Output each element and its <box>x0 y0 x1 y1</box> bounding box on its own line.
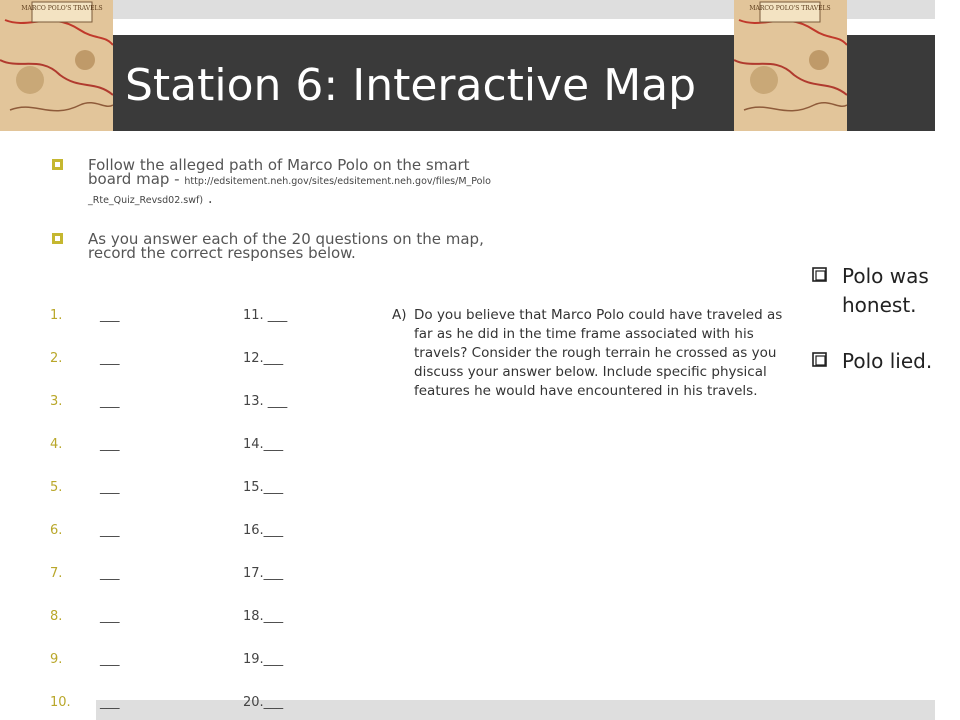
answer-number: 4. <box>50 437 63 452</box>
answer-number: 7. <box>50 566 63 581</box>
answer-right: 13. ___ <box>243 394 288 409</box>
instruction-bullets: Follow the alleged path of Marco Polo on… <box>52 158 492 262</box>
poll-option-label: Polo was honest. <box>842 264 929 317</box>
answer-number: 2. <box>50 351 63 366</box>
answer-right: 17.___ <box>243 566 284 581</box>
bottom-decor-strip <box>96 700 935 720</box>
answer-blank: ___ <box>100 523 120 538</box>
answer-blank: ___ <box>100 394 120 409</box>
question-text: Do you believe that Marco Polo could hav… <box>414 307 783 399</box>
question-block: A) Do you believe that Marco Polo could … <box>392 306 787 401</box>
marco-polo-map-image-right: MARCO POLO'S TRAVELS <box>734 0 847 131</box>
slide-title: Station 6: Interactive Map <box>125 60 697 111</box>
answer-number: 10. <box>50 695 71 710</box>
map-label-left: MARCO POLO'S TRAVELS <box>21 5 102 12</box>
answer-number: 5. <box>50 480 63 495</box>
checkbox-icon[interactable] <box>812 267 827 282</box>
answer-blank: ___ <box>100 609 120 624</box>
answer-right: 16.___ <box>243 523 284 538</box>
answer-right: 20.___ <box>243 695 284 710</box>
checkbox-icon[interactable] <box>812 352 827 367</box>
bullet-follow-path: Follow the alleged path of Marco Polo on… <box>52 158 492 210</box>
poll-options: Polo was honest. Polo lied. <box>812 262 952 403</box>
answer-number: 8. <box>50 609 63 624</box>
bullet-record-responses: As you answer each of the 20 questions o… <box>52 230 492 262</box>
poll-option-label: Polo lied. <box>842 349 933 373</box>
answer-right: 14.___ <box>243 437 284 452</box>
answer-blank: ___ <box>100 566 120 581</box>
answer-blank: ___ <box>100 480 120 495</box>
answer-number: 9. <box>50 652 63 667</box>
poll-option-honest[interactable]: Polo was honest. <box>812 262 952 320</box>
answer-right: 18.___ <box>243 609 284 624</box>
question-label: A) <box>392 307 407 323</box>
answer-number: 3. <box>50 394 63 409</box>
answer-right: 19.___ <box>243 652 284 667</box>
bullet-suffix: . <box>207 189 213 207</box>
answer-right: 15.___ <box>243 480 284 495</box>
answer-right: 11. ___ <box>243 308 288 323</box>
answer-blank: ___ <box>100 652 120 667</box>
bullet-text-record: As you answer each of the 20 questions o… <box>88 230 484 262</box>
bullet-square-icon <box>52 159 63 170</box>
poll-option-lied[interactable]: Polo lied. <box>812 347 952 376</box>
marco-polo-map-image-left: MARCO POLO'S TRAVELS <box>0 0 113 131</box>
answer-blank: ___ <box>100 308 120 323</box>
answer-blank: ___ <box>100 695 120 710</box>
bullet-square-icon <box>52 233 63 244</box>
map-label-right: MARCO POLO'S TRAVELS <box>749 5 830 12</box>
answer-blank: ___ <box>100 437 120 452</box>
answer-number: 1. <box>50 308 63 323</box>
answer-blank: ___ <box>100 351 120 366</box>
answer-number: 6. <box>50 523 63 538</box>
answer-right: 12.___ <box>243 351 284 366</box>
